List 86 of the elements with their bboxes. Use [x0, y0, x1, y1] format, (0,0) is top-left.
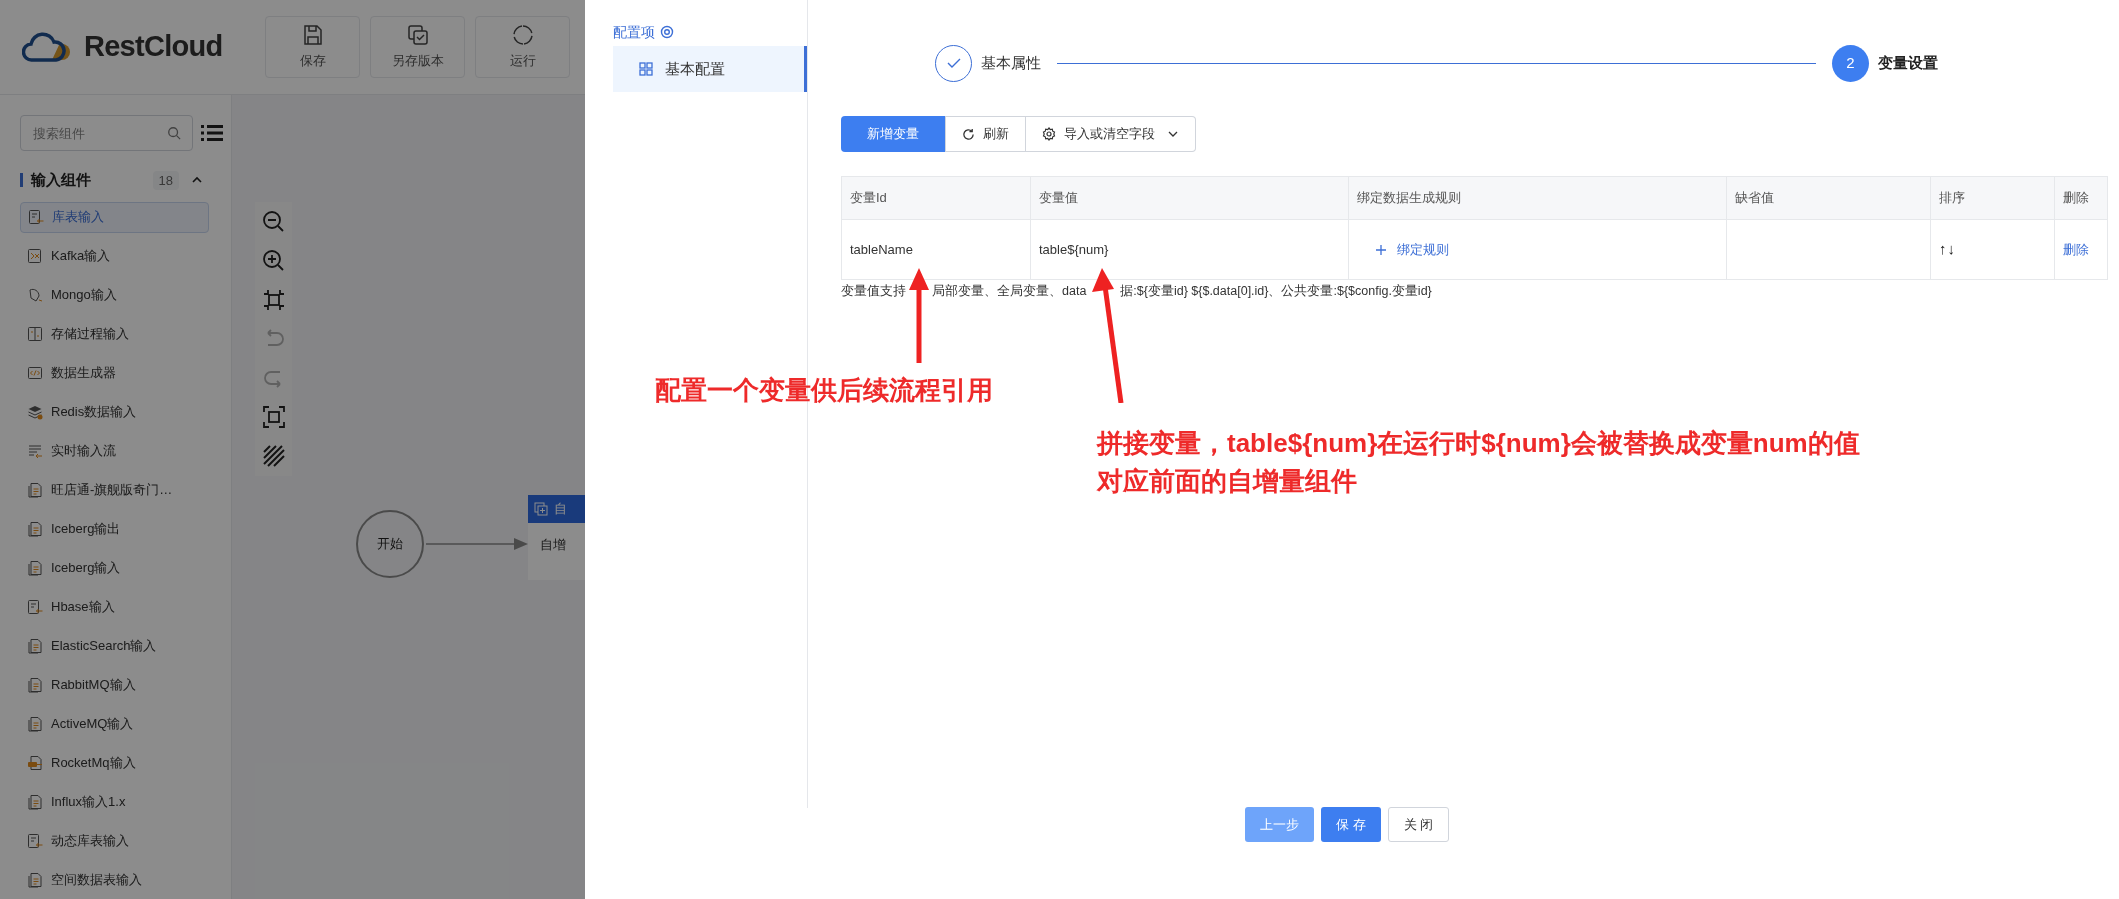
- sidebar-item[interactable]: Iceberg输入: [20, 552, 209, 584]
- annotation-text: 拼接变量，table${num}在运行时${num}会被替换成变量num的值: [1097, 427, 1860, 460]
- save-button[interactable]: 保 存: [1321, 807, 1381, 842]
- document-icon: [27, 677, 43, 693]
- document-icon: [27, 521, 43, 537]
- step-label: 变量设置: [1878, 52, 1938, 73]
- document-icon: [27, 716, 43, 732]
- step-label: 基本属性: [981, 52, 1041, 73]
- sidebar-item[interactable]: RocketMq输入: [20, 747, 209, 779]
- sort-arrows[interactable]: ↑↓: [1939, 238, 1956, 261]
- flow-node[interactable]: 自 自增: [528, 495, 585, 580]
- group-title: 输入组件: [31, 170, 92, 190]
- sidebar-item[interactable]: 数据生成器: [20, 357, 209, 389]
- sidebar-item[interactable]: ActiveMQ输入: [20, 708, 209, 740]
- toolbar-button[interactable]: 运行: [475, 16, 570, 78]
- sidebar-item[interactable]: RabbitMQ输入: [20, 669, 209, 701]
- hatch-icon[interactable]: [261, 444, 286, 468]
- start-node[interactable]: 开始: [356, 510, 424, 578]
- node-label: 自增: [539, 536, 567, 554]
- image-document-icon: [27, 248, 43, 264]
- menu-icon[interactable]: [201, 124, 223, 142]
- settings-icon: [1042, 127, 1056, 141]
- cloud-logo-icon: [22, 30, 72, 64]
- stack-icon: [27, 404, 43, 420]
- column-header: 删除: [2062, 189, 2090, 208]
- sidebar-item[interactable]: 空间数据表输入: [20, 864, 209, 896]
- focus-frame-icon[interactable]: [261, 405, 286, 429]
- toolbar-button[interactable]: 保存: [265, 16, 360, 78]
- column-header: 变量值: [1031, 177, 1349, 219]
- bind-rule-link[interactable]: 绑定规则: [1375, 239, 1449, 260]
- hint-text: 局部变量、全局变量、data: [932, 283, 1087, 300]
- sidebar-item[interactable]: Redis数据输入: [20, 396, 209, 428]
- document-arrow-icon: [27, 755, 43, 771]
- annotation-text: 配置一个变量供后续流程引用: [655, 374, 993, 407]
- sidebar-item[interactable]: 动态库表输入: [20, 825, 209, 857]
- add-copy-icon: [534, 502, 548, 516]
- sidebar-item[interactable]: 存储过程输入: [20, 318, 209, 350]
- delete-link[interactable]: 删除: [2063, 239, 2089, 260]
- search-icon: [167, 126, 181, 140]
- sidebar-item[interactable]: 库表输入: [20, 201, 209, 233]
- document-icon: [27, 872, 43, 888]
- sidebar-item[interactable]: Influx输入1.x: [20, 786, 209, 818]
- sidebar-item[interactable]: Hbase输入: [20, 591, 209, 623]
- document-icon: [27, 482, 43, 498]
- nav-item[interactable]: 基本配置: [613, 46, 807, 92]
- target-icon: [660, 25, 674, 39]
- copy-check-icon: [405, 23, 430, 48]
- zoom-out-icon[interactable]: [261, 210, 286, 234]
- search-field[interactable]: 搜索组件: [20, 115, 193, 151]
- refresh-button[interactable]: 刷新: [945, 116, 1026, 152]
- code-icon: [27, 365, 43, 381]
- sidebar-item[interactable]: ElasticSearch输入: [20, 630, 209, 662]
- section-title: 配置项: [613, 22, 655, 42]
- count-badge: 18: [152, 170, 179, 190]
- column-header: 缺省值: [1727, 177, 1931, 219]
- document-arrow-icon: [27, 599, 43, 615]
- sidebar-item[interactable]: Mongo输入: [20, 279, 209, 311]
- add-button[interactable]: 新增变量: [841, 116, 945, 152]
- hint-text: 变量值支持: [841, 283, 906, 300]
- document-icon: [27, 794, 43, 810]
- plus-icon: [1375, 243, 1387, 256]
- leaf-icon: [27, 287, 43, 303]
- toolbar-button[interactable]: 另存版本: [370, 16, 465, 78]
- sidebar-item[interactable]: Iceberg输出: [20, 513, 209, 545]
- column-header: 绑定数据生成规则: [1349, 177, 1727, 219]
- dropdown-button[interactable]: 导入或清空字段: [1026, 116, 1196, 152]
- sidebar-item[interactable]: 实时输入流: [20, 435, 209, 467]
- annotation-text: 对应前面的自增量组件: [1097, 465, 1358, 498]
- sidebar-item[interactable]: Kafka输入: [20, 240, 209, 272]
- grid-icon: [639, 62, 653, 76]
- column-header: 排序: [1931, 177, 2055, 219]
- hint-text: 据:${变量id} ${$.data[0].id}、公共变量:${$config.变量id}: [1120, 283, 1432, 300]
- column-header: 变量Id: [842, 177, 1031, 219]
- document-arrow-icon: [27, 833, 43, 849]
- fit-screen-icon[interactable]: [261, 288, 286, 312]
- logo-text: RestCloud: [84, 29, 223, 65]
- node-title: 自: [554, 500, 567, 519]
- sidebar-item[interactable]: 旺店通-旗舰版奇门…: [20, 474, 209, 506]
- split-panel-icon: [27, 326, 43, 342]
- lines-arrow-icon: [27, 443, 43, 459]
- close-button[interactable]: 关 闭: [1387, 807, 1450, 842]
- document-icon: [27, 638, 43, 654]
- document-arrow-icon: [28, 209, 44, 225]
- document-icon: [27, 560, 43, 576]
- refresh-icon: [962, 127, 975, 141]
- zoom-in-icon[interactable]: [261, 249, 286, 273]
